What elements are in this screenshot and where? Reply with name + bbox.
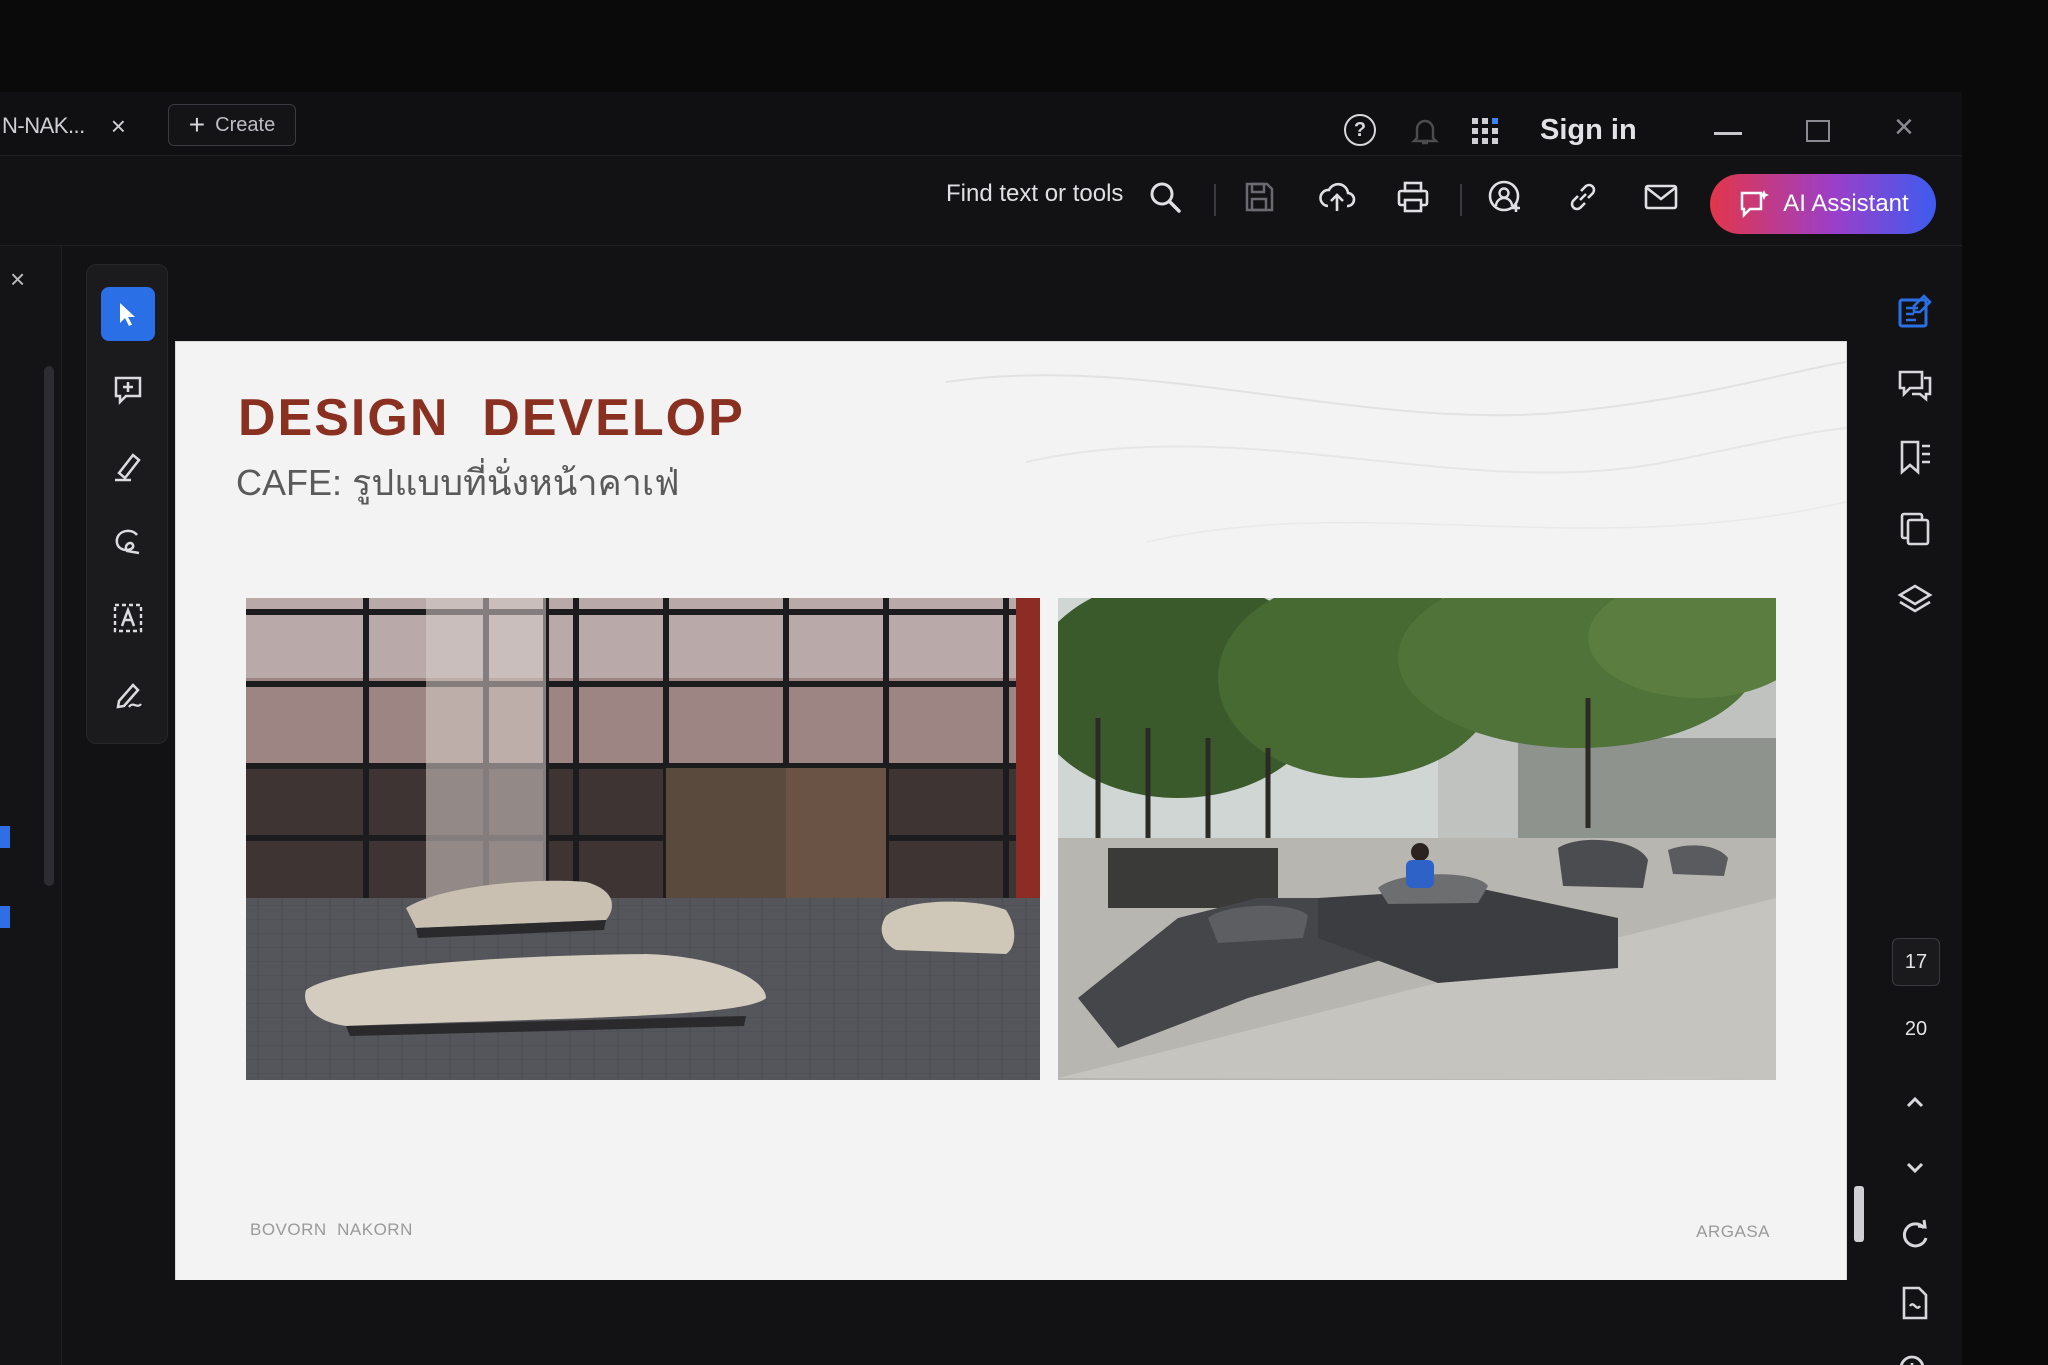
mail-icon[interactable]: [1642, 178, 1680, 216]
rotate-icon[interactable]: [1894, 1214, 1936, 1256]
chevron-down-icon[interactable]: [1894, 1146, 1936, 1188]
current-page-field[interactable]: 17: [1892, 938, 1940, 986]
upload-cloud-icon[interactable]: [1318, 178, 1356, 216]
link-icon[interactable]: [1564, 178, 1602, 216]
photo-storefront-stone-benches: [246, 598, 1040, 1080]
sign-in-button[interactable]: Sign in: [1540, 114, 1637, 147]
select-cursor-icon[interactable]: [101, 287, 155, 341]
right-rail: 17 20: [1870, 246, 1962, 1365]
print-icon[interactable]: [1394, 178, 1432, 216]
edit-pdf-icon[interactable]: [1894, 292, 1936, 334]
apps-grid-icon[interactable]: [1468, 114, 1502, 148]
help-icon[interactable]: ?: [1344, 114, 1376, 146]
document-scrollbar-thumb[interactable]: [1854, 1186, 1864, 1242]
toolbar-divider: [1460, 184, 1462, 216]
add-comment-icon[interactable]: [101, 363, 155, 417]
document-tab[interactable]: N-NAK... ×: [0, 106, 126, 146]
create-button-label: Create: [215, 113, 276, 136]
window-minimize-icon[interactable]: [1714, 132, 1742, 135]
share-user-icon[interactable]: [1486, 178, 1524, 216]
thumbnail-marker[interactable]: [0, 906, 10, 928]
slide-footer-right: ARGASA: [1696, 1222, 1770, 1241]
fill-sign-icon[interactable]: [101, 667, 155, 721]
ai-assistant-icon: [1741, 190, 1770, 219]
comments-icon[interactable]: [1894, 364, 1936, 406]
save-icon[interactable]: [1240, 178, 1278, 216]
quick-tools-strip: [86, 264, 168, 744]
document-icon[interactable]: [1894, 1282, 1936, 1324]
left-panel-close-icon[interactable]: ×: [10, 264, 25, 295]
zoom-in-icon[interactable]: [1894, 1350, 1936, 1365]
photo-of-monitor: N-NAK... × + Create ? Sign in × Find tex…: [0, 0, 2048, 1365]
main-toolbar: Find text or tools AI Assistant: [0, 156, 1962, 246]
ai-assistant-label: AI Assistant: [1783, 190, 1909, 217]
text-recognition-icon[interactable]: [101, 591, 155, 645]
window-restore-icon[interactable]: [1806, 120, 1830, 142]
thumbnail-marker[interactable]: [0, 826, 10, 848]
pdf-page: DESIGN DEVELOP CAFE: รูปแบบที่นั่งหน้าคา…: [176, 342, 1846, 1280]
pdf-viewer-window: N-NAK... × + Create ? Sign in × Find tex…: [0, 92, 1962, 1365]
toolbar-divider: [1214, 184, 1216, 216]
find-text-or-tools-input[interactable]: Find text or tools: [946, 180, 1123, 208]
slide-footer-left: BOVORN NAKORN: [250, 1220, 413, 1239]
left-panel-scrollbar[interactable]: [44, 366, 54, 886]
tab-bar: N-NAK... × + Create ? Sign in ×: [0, 92, 1962, 156]
decorative-swoosh: [946, 361, 1846, 543]
window-close-icon[interactable]: ×: [1894, 110, 1914, 144]
layers-icon[interactable]: [1894, 580, 1936, 622]
pages-icon[interactable]: [1894, 508, 1936, 550]
chevron-up-icon[interactable]: [1894, 1082, 1936, 1124]
photo-plaza-stone-seating: [1058, 598, 1776, 1080]
notification-bell-icon[interactable]: [1408, 114, 1442, 148]
document-canvas-background: [62, 1280, 1870, 1365]
ai-assistant-button[interactable]: AI Assistant: [1710, 174, 1936, 234]
slide-subtitle: CAFE: รูปแบบที่นั่งหน้าคาเฟ่: [236, 462, 680, 503]
create-button[interactable]: + Create: [168, 104, 296, 146]
document-tab-title: N-NAK...: [2, 113, 85, 138]
bookmarks-icon[interactable]: [1894, 436, 1936, 478]
left-panel: ×: [0, 246, 62, 1365]
tab-close-icon[interactable]: ×: [111, 113, 126, 139]
draw-freeform-icon[interactable]: [101, 515, 155, 569]
plus-icon: +: [188, 109, 206, 140]
search-icon[interactable]: [1146, 178, 1184, 216]
slide-title: DESIGN DEVELOP: [238, 389, 745, 447]
highlight-pen-icon[interactable]: [101, 439, 155, 493]
total-pages-label: 20: [1904, 1018, 1928, 1040]
